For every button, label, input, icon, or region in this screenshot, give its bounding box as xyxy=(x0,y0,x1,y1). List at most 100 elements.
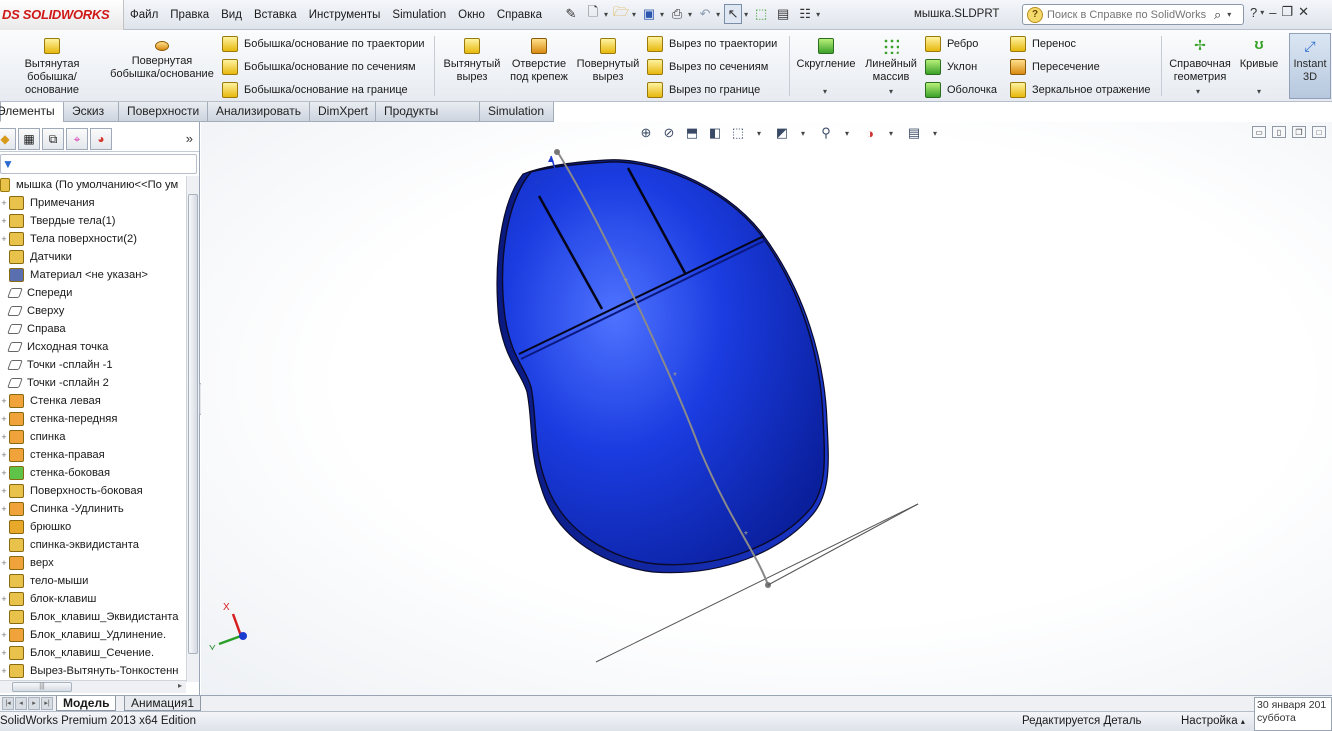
expand-toggle-icon[interactable]: + xyxy=(0,432,8,442)
tree-item[interactable]: + Тела поверхности(2) xyxy=(0,230,186,248)
chevron-down-icon[interactable]: ▾ xyxy=(1227,10,1231,19)
tree-item[interactable]: спинка-эквидистанта xyxy=(0,536,186,554)
undo-icon[interactable]: ↶ xyxy=(696,4,714,24)
dimxpert-manager-tab-icon[interactable]: ⌖ xyxy=(66,128,88,150)
tree-item[interactable]: Точки -сплайн -1 xyxy=(0,356,186,374)
tree-item[interactable]: Исходная точка xyxy=(0,338,186,356)
help-icon[interactable]: ? xyxy=(1250,5,1257,20)
restore-icon[interactable]: ❐ xyxy=(1281,4,1293,20)
settings-menu[interactable]: Настройка ▴ xyxy=(1181,715,1245,727)
expand-toggle-icon[interactable]: + xyxy=(0,630,8,640)
shell-button[interactable]: Оболочка xyxy=(925,82,997,98)
tree-item[interactable]: + Вырез-Вытянуть-Тонкостенн xyxy=(0,662,186,680)
search-icon[interactable]: ⌕ xyxy=(1214,7,1221,23)
sweep-boss-button[interactable]: Бобышка/основание по траектории xyxy=(222,36,425,52)
revolve-boss-button[interactable]: Повернутая бобышка/основание xyxy=(108,38,216,81)
intersect-button[interactable]: Пересечение xyxy=(1010,59,1100,75)
new-document-icon[interactable]: 🗋 xyxy=(584,4,602,24)
loft-cut-button[interactable]: Вырез по сечениям xyxy=(647,59,768,75)
scrollbar-thumb[interactable] xyxy=(188,194,198,654)
tab-simulation[interactable]: Simulation xyxy=(479,102,554,122)
chevron-down-icon[interactable]: ▾ xyxy=(604,10,608,19)
chevron-down-icon[interactable]: ▾ xyxy=(744,10,748,19)
tree-item[interactable]: Точки -сплайн 2 xyxy=(0,374,186,392)
chevron-down-icon[interactable]: ▾ xyxy=(816,10,820,19)
tab-model[interactable]: Модель xyxy=(56,696,117,711)
chevron-down-icon[interactable]: ▾ xyxy=(660,10,664,19)
tree-root[interactable]: мышка (По умолчанию<<По ум xyxy=(0,176,186,194)
expand-toggle-icon[interactable]: + xyxy=(0,450,8,460)
tree-item[interactable]: + верх xyxy=(0,554,186,572)
expand-toggle-icon[interactable]: + xyxy=(0,666,8,676)
save-icon[interactable]: ▣ xyxy=(640,4,658,24)
instant3d-button[interactable]: ⤢ Instant 3D xyxy=(1289,33,1331,99)
next-tab-icon[interactable]: ▸ xyxy=(28,697,40,710)
expand-toggle-icon[interactable]: + xyxy=(0,504,8,514)
tab-surfaces[interactable]: Поверхности xyxy=(118,102,208,122)
expand-toggle-icon[interactable]: + xyxy=(0,414,8,424)
menu-window[interactable]: Окно xyxy=(452,9,491,21)
revolve-cut-button[interactable]: Повернутый вырез xyxy=(574,38,642,84)
sweep-cut-button[interactable]: Вырез по траектории xyxy=(647,36,777,52)
boundary-cut-button[interactable]: Вырез по границе xyxy=(647,82,760,98)
tab-evaluate[interactable]: Анализировать xyxy=(207,102,310,122)
help-search-input[interactable] xyxy=(1047,8,1212,21)
tree-item[interactable]: Справа xyxy=(0,320,186,338)
tab-sketch[interactable]: Эскиз xyxy=(63,102,119,122)
tab-dimxpert[interactable]: DimXpert xyxy=(309,102,376,122)
tree-item[interactable]: Датчики xyxy=(0,248,186,266)
expand-toggle-icon[interactable]: + xyxy=(0,558,8,568)
menu-view[interactable]: Вид xyxy=(215,9,248,21)
tree-item[interactable]: + стенка-боковая xyxy=(0,464,186,482)
boundary-boss-button[interactable]: Бобышка/основание на границе xyxy=(222,82,408,98)
tree-item[interactable]: + Примечания xyxy=(0,194,186,212)
mirror-button[interactable]: Зеркальное отражение xyxy=(1010,82,1151,98)
minimize-icon[interactable]: – xyxy=(1269,5,1276,20)
fillet-button[interactable]: Скругление xyxy=(793,38,859,71)
pin-icon[interactable]: ✎ xyxy=(562,4,580,24)
tree-item[interactable]: Блок_клавиш_Эквидистанта xyxy=(0,608,186,626)
tree-item[interactable]: + Блок_клавиш_Удлинение. xyxy=(0,626,186,644)
display-manager-tab-icon[interactable]: ◕ xyxy=(90,128,112,150)
expand-toggle-icon[interactable]: + xyxy=(0,486,8,496)
tab-features[interactable]: Элементы xyxy=(0,102,64,122)
expand-toggle-icon[interactable]: + xyxy=(0,594,8,604)
tree-item[interactable]: Спереди xyxy=(0,284,186,302)
expand-toggle-icon[interactable]: + xyxy=(0,396,8,406)
chevron-down-icon[interactable]: ▾ xyxy=(632,10,636,19)
tree-item[interactable]: + спинка xyxy=(0,428,186,446)
chevron-down-icon[interactable]: ▾ xyxy=(1260,8,1264,17)
print-icon[interactable]: ⎙ xyxy=(668,4,686,24)
rib-button[interactable]: Ребро xyxy=(925,36,978,52)
linear-pattern-button[interactable]: Линейный массив xyxy=(862,38,920,84)
chevron-down-icon[interactable]: ▾ xyxy=(716,10,720,19)
menu-file[interactable]: Файл xyxy=(124,9,164,21)
expand-toggle-icon[interactable]: + xyxy=(0,234,8,244)
tree-horizontal-scrollbar[interactable]: ||| ▸ xyxy=(0,680,186,693)
property-manager-tab-icon[interactable]: ▦ xyxy=(18,128,40,150)
menu-simulation[interactable]: Simulation xyxy=(386,9,452,21)
more-tabs-icon[interactable]: » xyxy=(186,131,193,146)
scroll-right-icon[interactable]: ▸ xyxy=(178,681,182,690)
open-folder-icon[interactable]: 🗁 xyxy=(612,4,630,24)
wrap-button[interactable]: Перенос xyxy=(1010,36,1076,52)
rebuild-icon[interactable]: ⬚ xyxy=(752,4,770,24)
tree-vertical-scrollbar[interactable] xyxy=(186,176,199,682)
expand-toggle-icon[interactable]: + xyxy=(0,198,8,208)
loft-boss-button[interactable]: Бобышка/основание по сечениям xyxy=(222,59,416,75)
tree-item[interactable]: + Твердые тела(1) xyxy=(0,212,186,230)
menu-insert[interactable]: Вставка xyxy=(248,9,303,21)
draft-button[interactable]: Уклон xyxy=(925,59,977,75)
chevron-down-icon[interactable]: ▾ xyxy=(1257,87,1261,96)
extrude-cut-button[interactable]: Вытянутый вырез xyxy=(440,38,504,84)
graphics-viewport[interactable]: ⊕ ⊘ ⬒ ◧ ⬚ ▾ ◩ ▾ ⚲ ▾ ◑ ▾ ▤ ▾ ▭ ▯ ❐ □ * * … xyxy=(201,122,1332,695)
expand-toggle-icon[interactable]: + xyxy=(0,648,8,658)
tree-item[interactable]: + Блок_клавиш_Сечение. xyxy=(0,644,186,662)
tab-animation[interactable]: Анимация1 xyxy=(124,696,202,711)
solidworks-logo[interactable]: DS SOLIDWORKS xyxy=(0,0,124,30)
tree-item[interactable]: + Спинка -Удлинить xyxy=(0,500,186,518)
first-tab-icon[interactable]: |◂ xyxy=(2,697,14,710)
feature-tree-tab-icon[interactable]: ◆ xyxy=(0,128,16,150)
tree-item[interactable]: + блок-клавиш xyxy=(0,590,186,608)
last-tab-icon[interactable]: ▸| xyxy=(41,697,53,710)
